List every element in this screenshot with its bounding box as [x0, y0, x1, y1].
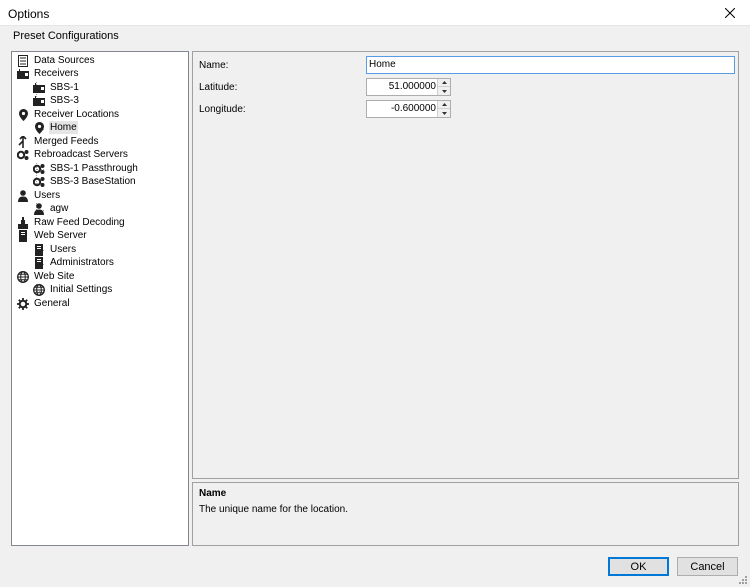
- tree-item-agw[interactable]: agw: [33, 202, 69, 215]
- receiver-icon: [17, 68, 29, 80]
- arrow-down-icon: [441, 89, 447, 93]
- gears-icon: [33, 176, 45, 188]
- latitude-value: 51.000000: [388, 81, 436, 92]
- tree-item-web-server-users[interactable]: Users: [33, 243, 77, 256]
- cancel-button[interactable]: Cancel: [677, 557, 738, 576]
- user-icon: [33, 202, 45, 215]
- gear-icon: [17, 297, 29, 310]
- tree-item-web-server[interactable]: Web Server: [17, 229, 88, 242]
- server-icon: [33, 243, 45, 256]
- arrow-up-icon: [441, 81, 447, 84]
- tree-item-sbs1-passthrough[interactable]: SBS-1 Passthrough: [33, 162, 139, 175]
- latitude-label: Latitude:: [199, 82, 238, 93]
- longitude-up-button[interactable]: [438, 101, 450, 109]
- close-icon: [725, 8, 735, 18]
- gears-icon: [33, 163, 45, 175]
- tree-item-receiver-locations[interactable]: Receiver Locations: [17, 108, 120, 121]
- options-tree[interactable]: Data Sources Receivers SBS-1 SBS-3 Recei…: [11, 51, 189, 546]
- location-pin-icon: [17, 108, 29, 121]
- tree-item-data-sources[interactable]: Data Sources: [17, 54, 96, 67]
- globe-icon: [17, 270, 29, 283]
- tree-item-initial-settings[interactable]: Initial Settings: [33, 283, 113, 296]
- title-bar: Options: [0, 0, 750, 26]
- longitude-down-button[interactable]: [438, 109, 450, 117]
- tree-item-sbs3-basestation[interactable]: SBS-3 BaseStation: [33, 175, 137, 188]
- close-button[interactable]: [710, 0, 750, 26]
- latitude-spin-buttons: [437, 79, 450, 95]
- tree-item-users[interactable]: Users: [17, 189, 61, 202]
- tree-item-home[interactable]: Home: [33, 121, 78, 134]
- latitude-stepper[interactable]: 51.000000: [366, 78, 451, 96]
- name-label: Name:: [199, 60, 229, 71]
- help-box: Name The unique name for the location.: [192, 482, 739, 546]
- latitude-down-button[interactable]: [438, 87, 450, 95]
- user-icon: [17, 189, 29, 202]
- longitude-stepper[interactable]: -0.600000: [366, 100, 451, 118]
- help-description: The unique name for the location.: [199, 504, 348, 515]
- globe-icon: [33, 283, 45, 296]
- tree-item-rebroadcast-servers[interactable]: Rebroadcast Servers: [17, 148, 129, 161]
- tree-item-web-server-administrators[interactable]: Administrators: [33, 256, 115, 269]
- merge-icon: [17, 135, 29, 148]
- ok-button[interactable]: OK: [608, 557, 669, 576]
- server-icon: [17, 229, 29, 242]
- tree-item-sbs3[interactable]: SBS-3: [33, 94, 80, 107]
- longitude-value: -0.600000: [390, 103, 436, 114]
- menu-bar: Preset Configurations: [0, 27, 750, 47]
- gears-icon: [17, 149, 29, 161]
- location-pin-icon: [33, 121, 45, 134]
- tree-item-merged-feeds[interactable]: Merged Feeds: [17, 135, 99, 148]
- tree-item-general[interactable]: General: [17, 297, 71, 310]
- name-field[interactable]: Home: [366, 56, 735, 74]
- server-icon: [33, 256, 45, 269]
- tree-item-receivers[interactable]: Receivers: [17, 67, 79, 80]
- longitude-label: Longitude:: [199, 104, 246, 115]
- arrow-up-icon: [441, 103, 447, 106]
- help-title: Name: [199, 488, 227, 499]
- tree-item-raw-feed-decoding[interactable]: Raw Feed Decoding: [17, 216, 126, 229]
- arrow-down-icon: [441, 111, 447, 115]
- menu-preset-configurations[interactable]: Preset Configurations: [13, 30, 119, 42]
- document-icon: [17, 54, 29, 67]
- receiver-icon: [33, 82, 45, 94]
- latitude-up-button[interactable]: [438, 79, 450, 87]
- tree-item-sbs1[interactable]: SBS-1: [33, 81, 80, 94]
- window-title: Options: [8, 7, 50, 21]
- resize-grip-icon[interactable]: [738, 575, 748, 585]
- decoder-icon: [17, 216, 29, 229]
- receiver-icon: [33, 95, 45, 107]
- property-panel: Name: Home Latitude: 51.000000 Longitude…: [192, 51, 739, 479]
- tree-item-web-site[interactable]: Web Site: [17, 270, 75, 283]
- longitude-spin-buttons: [437, 101, 450, 117]
